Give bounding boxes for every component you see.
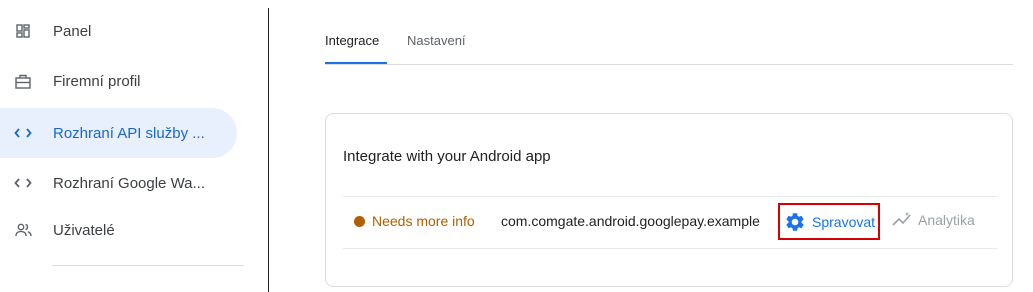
tab-integrations[interactable]: Integrace bbox=[325, 33, 379, 48]
gear-icon bbox=[786, 212, 804, 231]
card-title: Integrate with your Android app bbox=[343, 148, 551, 165]
sidebar-item-panel[interactable]: Panel bbox=[0, 6, 237, 56]
briefcase-icon bbox=[12, 70, 34, 92]
status-dot-icon bbox=[354, 215, 365, 227]
analytics-button[interactable]: Analytika bbox=[891, 211, 975, 229]
sidebar-divider bbox=[52, 265, 244, 266]
sidebar-item-label: Rozhraní Google Wa... bbox=[53, 174, 206, 192]
people-icon bbox=[12, 219, 34, 241]
analytics-icon bbox=[892, 212, 911, 226]
sidebar: Panel Firemní profil Rozhraní API služby… bbox=[0, 0, 268, 292]
sidebar-item-label: Firemní profil bbox=[53, 72, 141, 90]
package-name: com.comgate.android.googlepay.example bbox=[501, 213, 760, 229]
android-integration-card: Integrate with your Android app Needs mo… bbox=[325, 113, 1013, 287]
sidebar-item-company-profile[interactable]: Firemní profil bbox=[0, 56, 237, 106]
status-badge: Needs more info bbox=[354, 213, 475, 229]
sidebar-item-api-service[interactable]: Rozhraní API služby ... bbox=[0, 108, 237, 158]
analytics-label: Analytika bbox=[918, 212, 975, 228]
code-icon bbox=[12, 122, 34, 144]
sidebar-separator bbox=[268, 8, 269, 292]
code-icon bbox=[12, 172, 34, 194]
sidebar-item-label: Rozhraní API služby ... bbox=[53, 124, 205, 142]
manage-label: Spravovat bbox=[812, 213, 876, 230]
sidebar-item-label: Uživatelé bbox=[53, 221, 115, 239]
sidebar-item-google-wallet-api[interactable]: Rozhraní Google Wa... bbox=[0, 158, 237, 208]
tab-settings[interactable]: Nastavení bbox=[407, 33, 466, 48]
app-row: Needs more info com.comgate.android.goog… bbox=[343, 196, 997, 249]
tab-bar: Integrace Nastavení bbox=[325, 30, 1013, 65]
sidebar-item-users[interactable]: Uživatelé bbox=[0, 205, 237, 255]
sidebar-item-label: Panel bbox=[53, 22, 92, 40]
active-tab-indicator bbox=[325, 62, 387, 64]
status-text: Needs more info bbox=[372, 213, 475, 229]
dashboard-icon bbox=[12, 20, 34, 42]
manage-button[interactable]: Spravovat bbox=[778, 203, 880, 240]
